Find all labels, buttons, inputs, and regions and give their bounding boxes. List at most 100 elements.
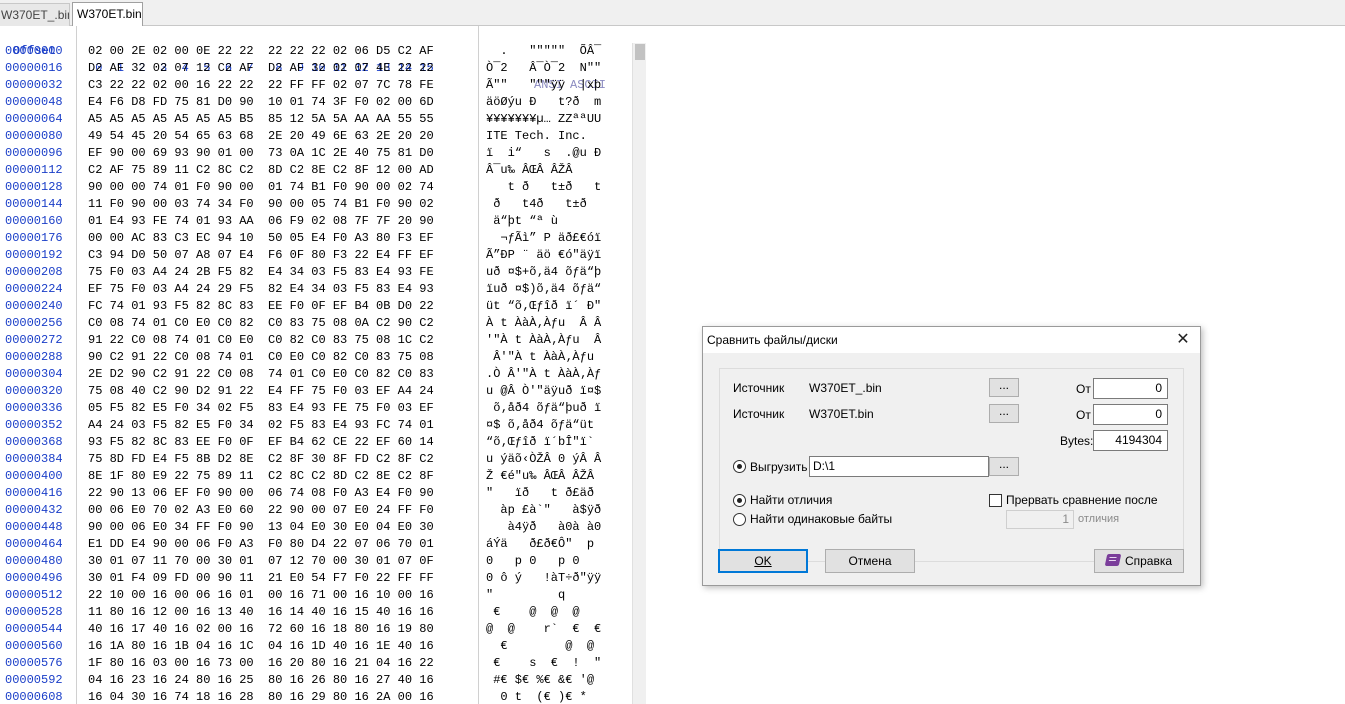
hex-row[interactable]: 00000432 00 06 E0 70 02 A3 E0 60 22 90 00… [0,502,632,519]
hex-row[interactable]: 00000272 91 22 C0 08 74 01 C0 E0 C0 82 C0… [0,332,632,349]
abort-checkbox[interactable] [989,494,1002,507]
row-ascii[interactable]: Ž €é"u‰ ÂŒÂ ÂŽÂ [486,468,601,485]
source1-browse-button[interactable]: ... [989,378,1019,397]
hex-row[interactable]: 00000016 D2 AF 32 02 07 12 C2 AF D2 AF 32… [0,60,632,77]
row-hex-bytes[interactable]: 00 06 E0 70 02 A3 E0 60 22 90 00 07 E0 2… [88,502,434,519]
row-hex-bytes[interactable]: 2E D2 90 C2 91 22 C0 08 74 01 C0 E0 C0 8… [88,366,434,383]
row-hex-bytes[interactable]: 05 F5 82 E5 F0 34 02 F5 83 E4 93 FE 75 F… [88,400,434,417]
row-ascii[interactable]: ïuð ¤$)õ‚ä4 õƒä“ [486,281,601,298]
row-ascii[interactable]: 0 t (€ )€ * [486,689,601,704]
row-hex-bytes[interactable]: 90 C2 91 22 C0 08 74 01 C0 E0 C0 82 C0 8… [88,349,434,366]
row-ascii[interactable]: " ïð t ð£äð [486,485,601,502]
row-hex-bytes[interactable]: C3 94 D0 50 07 A8 07 E4 F6 0F 80 F3 22 E… [88,247,434,264]
hex-row[interactable]: 00000192 C3 94 D0 50 07 A8 07 E4 F6 0F 80… [0,247,632,264]
row-hex-bytes[interactable]: 04 16 23 16 24 80 16 25 80 16 26 80 16 2… [88,672,434,689]
row-hex-bytes[interactable]: 16 04 30 16 74 18 16 28 80 16 29 80 16 2… [88,689,434,704]
hex-row[interactable]: 00000336 05 F5 82 E5 F0 34 02 F5 83 E4 93… [0,400,632,417]
export-path-input[interactable]: D:\1 [809,456,989,477]
hex-row[interactable]: 00000480 30 01 07 11 70 00 30 01 07 12 70… [0,553,632,570]
scrollbar-thumb[interactable] [635,44,645,60]
row-ascii[interactable]: € @ @ [486,638,601,655]
hex-rows[interactable]: 00000000 02 00 2E 02 00 0E 22 22 22 22 22… [0,43,632,704]
row-ascii[interactable]: € s € ! " [486,655,601,672]
row-ascii[interactable]: Ã”ÐP ¨ äö €ó"äÿï [486,247,601,264]
row-ascii[interactable]: Ã"" """ÿÿ |xþ [486,77,601,94]
row-ascii[interactable]: ä“þt “ª ù [486,213,601,230]
row-hex-bytes[interactable]: A5 A5 A5 A5 A5 A5 A5 B5 85 12 5A 5A AA A… [88,111,434,128]
row-ascii[interactable]: ¤$ õ‚åð4 õƒä“üt [486,417,601,434]
row-ascii[interactable]: “õ‚Œƒîð ï´bÎ"ï` [486,434,601,451]
row-hex-bytes[interactable]: 75 F0 03 A4 24 2B F5 82 E4 34 03 F5 83 E… [88,264,434,281]
hex-row[interactable]: 00000416 22 90 13 06 EF F0 90 00 06 74 08… [0,485,632,502]
hex-row[interactable]: 00000000 02 00 2E 02 00 0E 22 22 22 22 22… [0,43,632,60]
source2-browse-button[interactable]: ... [989,404,1019,423]
row-ascii[interactable]: #€ $€ %€ &€ '@ [486,672,601,689]
hex-row[interactable]: 00000144 11 F0 90 00 03 74 34 F0 90 00 05… [0,196,632,213]
hex-row[interactable]: 00000384 75 8D FD E4 F5 8B D2 8E C2 8F 30… [0,451,632,468]
row-hex-bytes[interactable]: 22 10 00 16 00 06 16 01 00 16 71 00 16 1… [88,587,434,604]
row-ascii[interactable]: äöØýu Ð t?ð m [486,94,601,111]
row-hex-bytes[interactable]: 16 1A 80 16 1B 04 16 1C 04 16 1D 40 16 1… [88,638,434,655]
export-browse-button[interactable]: ... [989,457,1019,476]
row-ascii[interactable]: áÝä ð£ð€Ô" p [486,536,601,553]
row-hex-bytes[interactable]: 30 01 F4 09 FD 00 90 11 21 E0 54 F7 F0 2… [88,570,434,587]
row-ascii[interactable]: õ‚åð4 õƒä“þuð ï [486,400,601,417]
row-hex-bytes[interactable]: 91 22 C0 08 74 01 C0 E0 C0 82 C0 83 75 0… [88,332,434,349]
row-hex-bytes[interactable]: 01 E4 93 FE 74 01 93 AA 06 F9 02 08 7F 7… [88,213,434,230]
hex-row[interactable]: 00000512 22 10 00 16 00 06 16 01 00 16 71… [0,587,632,604]
row-hex-bytes[interactable]: 11 F0 90 00 03 74 34 F0 90 00 05 74 B1 F… [88,196,434,213]
bytes-input[interactable]: 4194304 [1093,430,1168,451]
row-hex-bytes[interactable]: E4 F6 D8 FD 75 81 D0 90 10 01 74 3F F0 0… [88,94,434,111]
find-diff-radio[interactable] [733,494,746,507]
row-ascii[interactable]: @ @ r` € € [486,621,601,638]
hex-editor[interactable]: Offset 0 1 2 3 4 5 6 7 8 9 10 11 12 13 1… [0,26,646,704]
row-ascii[interactable]: u @Â Ò'"äÿuð ï¤$ [486,383,601,400]
hex-row[interactable]: 00000080 49 54 45 20 54 65 63 68 2E 20 49… [0,128,632,145]
from2-input[interactable]: 0 [1093,404,1168,425]
row-ascii[interactable]: À t ÀàÀ‚Àƒu Â Â [486,315,601,332]
from1-input[interactable]: 0 [1093,378,1168,399]
vertical-scrollbar[interactable] [632,43,646,704]
row-hex-bytes[interactable]: 49 54 45 20 54 65 63 68 2E 20 49 6E 63 2… [88,128,434,145]
hex-row[interactable]: 00000304 2E D2 90 C2 91 22 C0 08 74 01 C0… [0,366,632,383]
row-hex-bytes[interactable]: EF 90 00 69 93 90 01 00 73 0A 1C 2E 40 7… [88,145,434,162]
hex-row[interactable]: 00000496 30 01 F4 09 FD 00 90 11 21 E0 54… [0,570,632,587]
row-ascii[interactable]: Ò¯2 Â¯Ò¯2 N"" [486,60,601,77]
hex-row[interactable]: 00000464 E1 DD E4 90 00 06 F0 A3 F0 80 D4… [0,536,632,553]
row-hex-bytes[interactable]: 8E 1F 80 E9 22 75 89 11 C2 8C C2 8D C2 8… [88,468,434,485]
row-hex-bytes[interactable]: C0 08 74 01 C0 E0 C0 82 C0 83 75 08 0A C… [88,315,434,332]
tab-file-1[interactable]: W370ET_.bin [0,3,70,26]
row-hex-bytes[interactable]: 75 8D FD E4 F5 8B D2 8E C2 8F 30 8F FD C… [88,451,434,468]
hex-row[interactable]: 00000096 EF 90 00 69 93 90 01 00 73 0A 1C… [0,145,632,162]
hex-row[interactable]: 00000160 01 E4 93 FE 74 01 93 AA 06 F9 02… [0,213,632,230]
row-hex-bytes[interactable]: 1F 80 16 03 00 16 73 00 16 20 80 16 21 0… [88,655,434,672]
hex-row[interactable]: 00000592 04 16 23 16 24 80 16 25 80 16 26… [0,672,632,689]
hex-row[interactable]: 00000400 8E 1F 80 E9 22 75 89 11 C2 8C C2… [0,468,632,485]
row-ascii[interactable]: àp £à`" à$ÿð [486,502,601,519]
row-ascii[interactable]: Â'"À t ÀàÀ‚Àƒu [486,349,601,366]
hex-row[interactable]: 00000224 EF 75 F0 03 A4 24 29 F5 82 E4 34… [0,281,632,298]
row-hex-bytes[interactable]: 90 00 06 E0 34 FF F0 90 13 04 E0 30 E0 0… [88,519,434,536]
row-ascii[interactable]: € @ @ @ [486,604,601,621]
row-ascii[interactable]: à4ÿð à0à à0 [486,519,602,536]
row-ascii[interactable]: 0 p 0 p 0 [486,553,601,570]
row-hex-bytes[interactable]: 11 80 16 12 00 16 13 40 16 14 40 16 15 4… [88,604,434,621]
hex-row[interactable]: 00000544 40 16 17 40 16 02 00 16 72 60 16… [0,621,632,638]
row-ascii[interactable]: t ð t±ð t [486,179,602,196]
row-hex-bytes[interactable]: 75 08 40 C2 90 D2 91 22 E4 FF 75 F0 03 E… [88,383,434,400]
hex-row[interactable]: 00000448 90 00 06 E0 34 FF F0 90 13 04 E0… [0,519,632,536]
hex-row[interactable]: 00000064 A5 A5 A5 A5 A5 A5 A5 B5 85 12 5A… [0,111,632,128]
row-hex-bytes[interactable]: 02 00 2E 02 00 0E 22 22 22 22 22 02 06 D… [88,43,434,60]
row-ascii[interactable]: ITE Tech. Inc. [486,128,601,145]
row-ascii[interactable]: uð ¤$+õ‚ä4 õƒä“þ [486,264,601,281]
hex-row[interactable]: 00000576 1F 80 16 03 00 16 73 00 16 20 80… [0,655,632,672]
cancel-button[interactable]: Отмена [825,549,915,573]
row-ascii[interactable]: ¥¥¥¥¥¥¥µ… ZZªªUU [486,111,601,128]
row-hex-bytes[interactable]: 00 00 AC 83 C3 EC 94 10 50 05 E4 F0 A3 8… [88,230,434,247]
hex-row[interactable]: 00000608 16 04 30 16 74 18 16 28 80 16 29… [0,689,632,704]
hex-row[interactable]: 00000128 90 00 00 74 01 F0 90 00 01 74 B1… [0,179,632,196]
row-ascii[interactable]: " q [486,587,601,604]
hex-row[interactable]: 00000352 A4 24 03 F5 82 E5 F0 34 02 F5 83… [0,417,632,434]
hex-row[interactable]: 00000368 93 F5 82 8C 83 EE F0 0F EF B4 62… [0,434,632,451]
hex-row[interactable]: 00000256 C0 08 74 01 C0 E0 C0 82 C0 83 75… [0,315,632,332]
